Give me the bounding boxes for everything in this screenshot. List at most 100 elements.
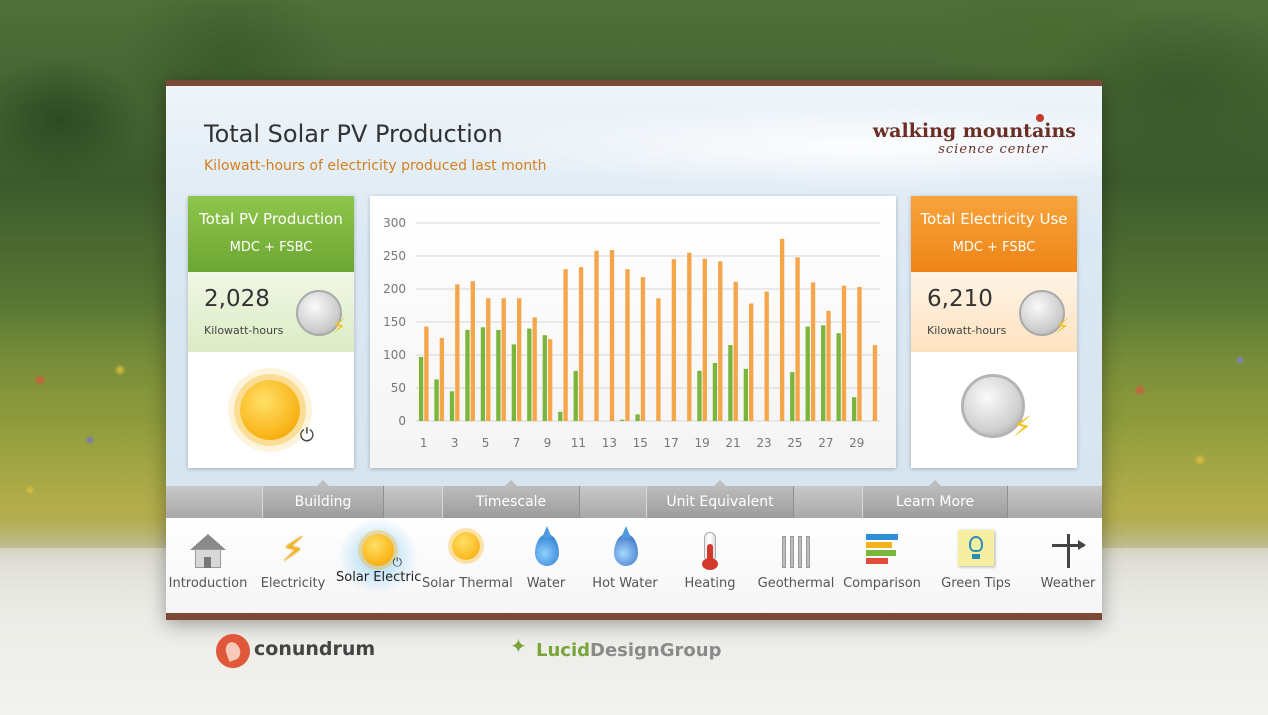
production-bar-chart: 0501001502002503001 3 5 7 9 11 13 15 17 19 21 23 25 2… (383, 216, 880, 450)
tab-timescale[interactable]: Timescale (442, 480, 580, 518)
nav-hot-water[interactable]: Hot Water (586, 518, 664, 613)
tab-building[interactable]: Building (262, 480, 384, 518)
bar-series-2 (779, 238, 785, 421)
bar-series-2 (501, 298, 506, 421)
nav-green-tips-label: Green Tips (941, 576, 1011, 591)
x-tick-label: 15 (633, 436, 648, 450)
y-tick-label: 50 (391, 381, 406, 395)
nav-solar-electric[interactable]: ⏻ Solar Electric (336, 518, 422, 613)
bar-series-2 (826, 310, 831, 421)
y-tick-label: 200 (383, 282, 406, 296)
tab-pointer (317, 480, 329, 486)
bar-series-1 (511, 344, 517, 421)
bar-series-1 (821, 325, 826, 421)
tab-learn-more[interactable]: Learn More (862, 480, 1008, 518)
pv-production-value-row: 2,028 Kilowatt-hours ⚡ (188, 272, 354, 352)
x-tick-label: 7 (513, 436, 521, 450)
pv-production-card: Total PV Production MDC + FSBC 2,028 Kil… (188, 196, 354, 468)
weather-vane-icon (1048, 530, 1088, 570)
bar-series-2 (872, 345, 878, 421)
x-tick-label: 25 (787, 436, 802, 450)
x-tick-label: 13 (602, 436, 617, 450)
tab-bar: Building Timescale Unit Equivalent Learn… (166, 480, 1102, 518)
pv-production-art: ⏻ (188, 352, 354, 468)
bar-series-2 (671, 259, 677, 421)
pv-production-card-header: Total PV Production MDC + FSBC (188, 196, 354, 272)
electricity-use-value-row: 6,210 Kilowatt-hours ⚡ (911, 272, 1077, 352)
bar-series-2 (795, 257, 800, 421)
nav-weather[interactable]: Weather (1036, 518, 1100, 613)
x-tick-label: 9 (544, 436, 552, 450)
bar-series-1 (697, 370, 702, 421)
water-drop-icon (526, 526, 566, 570)
bar-series-1 (418, 356, 424, 421)
electric-meter-icon: ⚡ (296, 290, 346, 338)
nav-comparison[interactable]: Comparison (842, 518, 922, 613)
nav-green-tips[interactable]: Green Tips (938, 518, 1014, 613)
bar-chart-icon (862, 530, 902, 570)
nav-heating-label: Heating (684, 576, 736, 591)
bar-series-1 (542, 335, 547, 421)
large-electric-meter-icon: ⚡ (961, 374, 1032, 443)
x-tick-label: 3 (451, 436, 459, 450)
nav-electricity[interactable]: ⚡ Electricity (256, 518, 330, 613)
bar-series-2 (810, 282, 816, 421)
nav-weather-label: Weather (1040, 576, 1096, 591)
sun-thermometer-icon (446, 530, 486, 570)
nav-geothermal[interactable]: Geothermal (756, 518, 836, 613)
x-tick-label: 5 (482, 436, 490, 450)
pv-production-card-title: Total PV Production (199, 210, 343, 228)
panel-body: Total Solar PV Production Kilowatt-hours… (166, 86, 1102, 486)
production-chart: 0 50 100 150 200 250 300 1 3 5 7 9 11 13 15 17 19 21 23 25 2… (370, 196, 896, 468)
bar-series-1 (635, 414, 640, 421)
x-tick-label: 19 (694, 436, 709, 450)
bar-series-2 (424, 326, 429, 421)
brand-subtitle: science center (938, 142, 1048, 157)
nav-water[interactable]: Water (516, 518, 576, 613)
electricity-use-card-subtitle: MDC + FSBC (952, 240, 1036, 255)
y-tick-label: 0 (398, 414, 406, 428)
bar-series-2 (455, 284, 460, 421)
tab-pointer (505, 480, 517, 486)
bar-series-2 (439, 337, 445, 421)
lucid-logo-text: LucidDesignGroup (536, 640, 722, 661)
bar-series-1 (449, 391, 455, 421)
conundrum-leaf-icon (216, 634, 250, 668)
bar-series-2 (594, 250, 599, 421)
nav-solar-thermal[interactable]: Solar Thermal (422, 518, 513, 613)
bar-series-2 (563, 269, 568, 421)
bar-series-2 (547, 339, 553, 421)
x-tick-label: 21 (725, 436, 740, 450)
tab-building-label: Building (294, 494, 352, 510)
electricity-use-card: Total Electricity Use MDC + FSBC 6,210 K… (911, 196, 1077, 468)
bar-series-2 (687, 252, 692, 421)
page-subtitle: Kilowatt-hours of electricity produced l… (204, 158, 547, 174)
tab-unit-equivalent[interactable]: Unit Equivalent (646, 480, 794, 518)
sun-plug-icon: ⏻ (240, 380, 314, 446)
x-tick-label: 17 (664, 436, 679, 450)
tab-timescale-label: Timescale (475, 494, 547, 510)
sun-plug-icon: ⏻ (362, 534, 402, 569)
y-tick-label: 250 (383, 249, 406, 263)
bar-series-2 (470, 281, 475, 421)
bar-series-2 (733, 281, 738, 421)
conundrum-logo-text: conundrum (254, 638, 376, 660)
house-icon (188, 530, 228, 570)
nav-heating[interactable]: Heating (674, 518, 746, 613)
bar-series-1 (527, 328, 532, 421)
bar-series-1 (712, 362, 718, 421)
electricity-use-card-header: Total Electricity Use MDC + FSBC (911, 196, 1077, 272)
nav-hot-water-label: Hot Water (592, 576, 658, 591)
electricity-use-value: 6,210 (927, 286, 993, 312)
bar-series-2 (702, 258, 707, 421)
light-bulb-note-icon (956, 530, 996, 570)
brand-name: walking mountains (872, 120, 1076, 142)
bar-series-1 (805, 326, 810, 421)
electric-meter-icon: ⚡ (1019, 290, 1069, 338)
bar-series-2 (764, 291, 769, 421)
nav-introduction[interactable]: Introduction (168, 518, 248, 613)
y-tick-label: 300 (383, 216, 406, 230)
category-nav: Introduction ⚡ Electricity ⏻ Solar Elect… (166, 518, 1102, 613)
nav-solar-electric-label: Solar Electric (336, 570, 422, 585)
bar-series-1 (434, 379, 439, 421)
